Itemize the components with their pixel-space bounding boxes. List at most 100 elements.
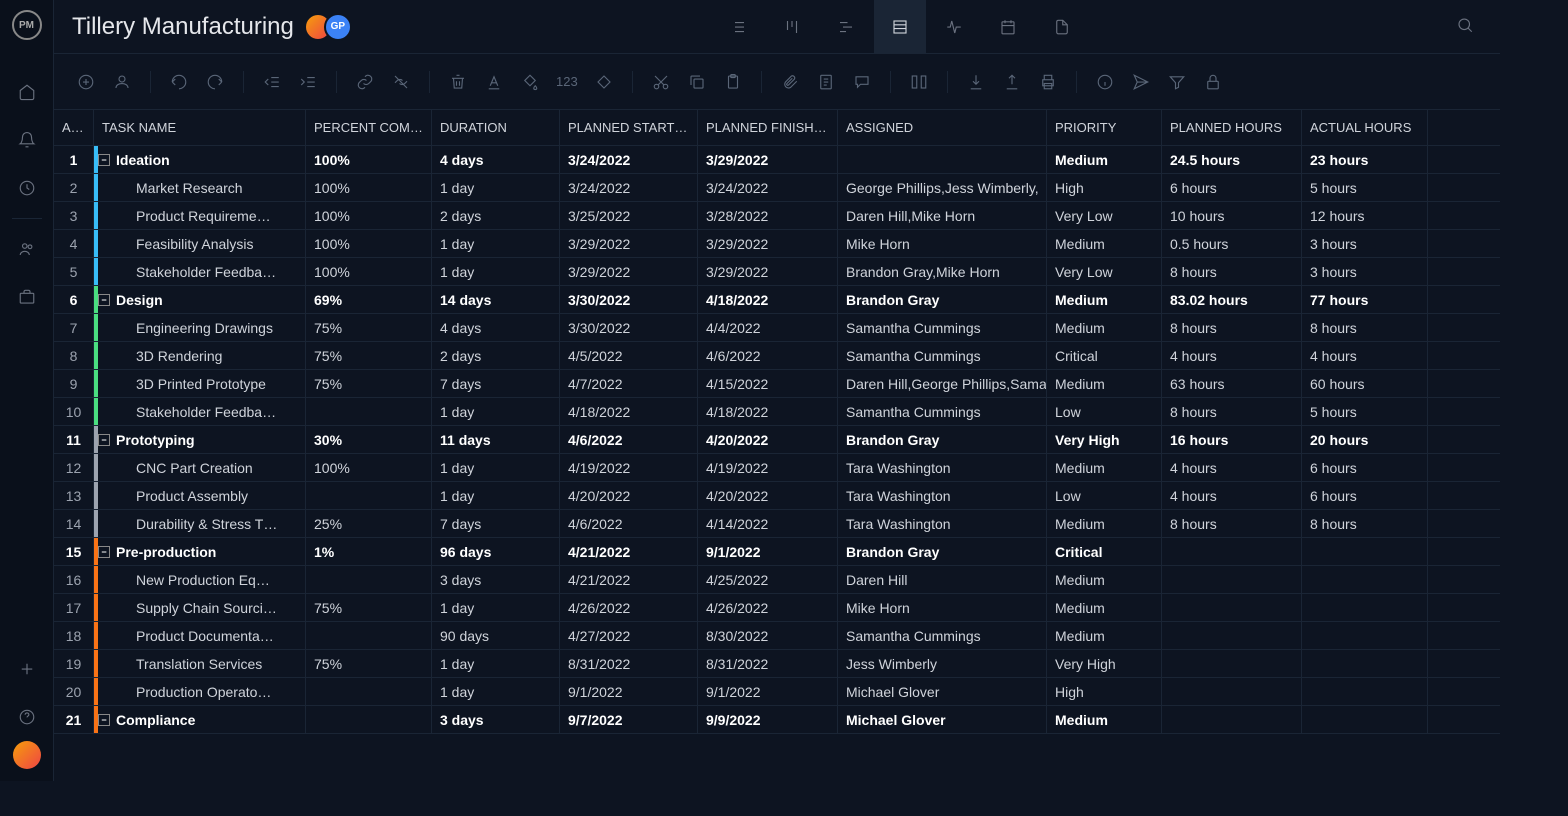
import-icon[interactable] [962,68,990,96]
actual-cell[interactable]: 60 hours [1302,370,1428,397]
priority-cell[interactable]: Very Low [1047,202,1162,229]
duration-cell[interactable]: 1 day [432,398,560,425]
start-cell[interactable]: 3/29/2022 [560,258,698,285]
finish-cell[interactable]: 4/4/2022 [698,314,838,341]
task-name-cell[interactable]: Engineering Drawings [94,314,306,341]
duration-cell[interactable]: 1 day [432,678,560,705]
start-cell[interactable]: 4/20/2022 [560,482,698,509]
start-cell[interactable]: 3/30/2022 [560,286,698,313]
filter-icon[interactable] [1163,68,1191,96]
project-members[interactable]: GP [312,13,352,41]
col-header-pct[interactable]: PERCENT COM… [306,110,432,145]
row-number[interactable]: 21 [54,706,94,733]
priority-cell[interactable]: Medium [1047,370,1162,397]
table-row[interactable]: 1 − Ideation 100% 4 days 3/24/2022 3/29/… [54,146,1500,174]
table-row[interactable]: 10 Stakeholder Feedba… 1 day 4/18/2022 4… [54,398,1500,426]
priority-cell[interactable]: Very High [1047,650,1162,677]
start-cell[interactable]: 9/1/2022 [560,678,698,705]
member-avatar[interactable]: GP [324,13,352,41]
actual-cell[interactable] [1302,650,1428,677]
table-row[interactable]: 16 New Production Eq… 3 days 4/21/2022 4… [54,566,1500,594]
row-number[interactable]: 16 [54,566,94,593]
col-header-finish[interactable]: PLANNED FINISH … [698,110,838,145]
actual-cell[interactable]: 8 hours [1302,510,1428,537]
planned-cell[interactable] [1162,594,1302,621]
percent-cell[interactable] [306,622,432,649]
table-row[interactable]: 9 3D Printed Prototype 75% 7 days 4/7/20… [54,370,1500,398]
assigned-cell[interactable]: Daren Hill,Mike Horn [838,202,1047,229]
row-number[interactable]: 11 [54,426,94,453]
add-task-icon[interactable] [72,68,100,96]
actual-cell[interactable]: 77 hours [1302,286,1428,313]
start-cell[interactable]: 4/7/2022 [560,370,698,397]
undo-icon[interactable] [165,68,193,96]
priority-cell[interactable]: Medium [1047,146,1162,173]
finish-cell[interactable]: 4/14/2022 [698,510,838,537]
task-name-cell[interactable]: Product Assembly [94,482,306,509]
row-number[interactable]: 18 [54,622,94,649]
note-icon[interactable] [812,68,840,96]
task-name-cell[interactable]: − Compliance [94,706,306,733]
assigned-cell[interactable]: George Phillips,Jess Wimberly, [838,174,1047,201]
priority-cell[interactable]: Critical [1047,342,1162,369]
planned-cell[interactable]: 4 hours [1162,482,1302,509]
priority-cell[interactable]: Medium [1047,566,1162,593]
notifications-icon[interactable] [0,116,54,164]
table-row[interactable]: 3 Product Requireme… 100% 2 days 3/25/20… [54,202,1500,230]
fill-color-icon[interactable] [516,68,544,96]
priority-cell[interactable]: Medium [1047,454,1162,481]
finish-cell[interactable]: 3/29/2022 [698,258,838,285]
row-number[interactable]: 20 [54,678,94,705]
task-name-cell[interactable]: 3D Rendering [94,342,306,369]
view-gantt-icon[interactable] [820,0,872,54]
table-row[interactable]: 13 Product Assembly 1 day 4/20/2022 4/20… [54,482,1500,510]
projects-icon[interactable] [0,273,54,321]
unlink-icon[interactable] [387,68,415,96]
assigned-cell[interactable]: Daren Hill [838,566,1047,593]
planned-cell[interactable]: 16 hours [1162,426,1302,453]
planned-cell[interactable] [1162,650,1302,677]
planned-cell[interactable] [1162,566,1302,593]
assigned-cell[interactable]: Jess Wimberly [838,650,1047,677]
table-row[interactable]: 5 Stakeholder Feedba… 100% 1 day 3/29/20… [54,258,1500,286]
start-cell[interactable]: 4/21/2022 [560,538,698,565]
actual-cell[interactable] [1302,538,1428,565]
actual-cell[interactable]: 5 hours [1302,398,1428,425]
start-cell[interactable]: 4/19/2022 [560,454,698,481]
table-row[interactable]: 17 Supply Chain Sourci… 75% 1 day 4/26/2… [54,594,1500,622]
assigned-cell[interactable]: Samantha Cummings [838,622,1047,649]
finish-cell[interactable]: 4/20/2022 [698,482,838,509]
row-number[interactable]: 7 [54,314,94,341]
table-row[interactable]: 4 Feasibility Analysis 100% 1 day 3/29/2… [54,230,1500,258]
percent-cell[interactable]: 69% [306,286,432,313]
col-header-start[interactable]: PLANNED START… [560,110,698,145]
percent-cell[interactable]: 25% [306,510,432,537]
row-number[interactable]: 1 [54,146,94,173]
task-name-cell[interactable]: New Production Eq… [94,566,306,593]
planned-cell[interactable] [1162,706,1302,733]
help-icon[interactable] [0,693,54,741]
table-row[interactable]: 14 Durability & Stress T… 25% 7 days 4/6… [54,510,1500,538]
actual-cell[interactable]: 4 hours [1302,342,1428,369]
planned-cell[interactable] [1162,538,1302,565]
task-name-cell[interactable]: Market Research [94,174,306,201]
col-header-actual[interactable]: ACTUAL HOURS [1302,110,1428,145]
info-icon[interactable] [1091,68,1119,96]
start-cell[interactable]: 4/6/2022 [560,510,698,537]
duration-cell[interactable]: 3 days [432,566,560,593]
percent-cell[interactable]: 75% [306,370,432,397]
finish-cell[interactable]: 4/18/2022 [698,286,838,313]
start-cell[interactable]: 3/29/2022 [560,230,698,257]
columns-icon[interactable] [905,68,933,96]
task-name-cell[interactable]: Translation Services [94,650,306,677]
percent-cell[interactable]: 30% [306,426,432,453]
start-cell[interactable]: 4/6/2022 [560,426,698,453]
actual-cell[interactable] [1302,622,1428,649]
collapse-icon[interactable]: − [98,546,110,558]
task-name-cell[interactable]: − Prototyping [94,426,306,453]
finish-cell[interactable]: 4/20/2022 [698,426,838,453]
search-icon[interactable] [1448,16,1482,37]
actual-cell[interactable]: 23 hours [1302,146,1428,173]
percent-cell[interactable] [306,566,432,593]
collapse-icon[interactable]: − [98,434,110,446]
